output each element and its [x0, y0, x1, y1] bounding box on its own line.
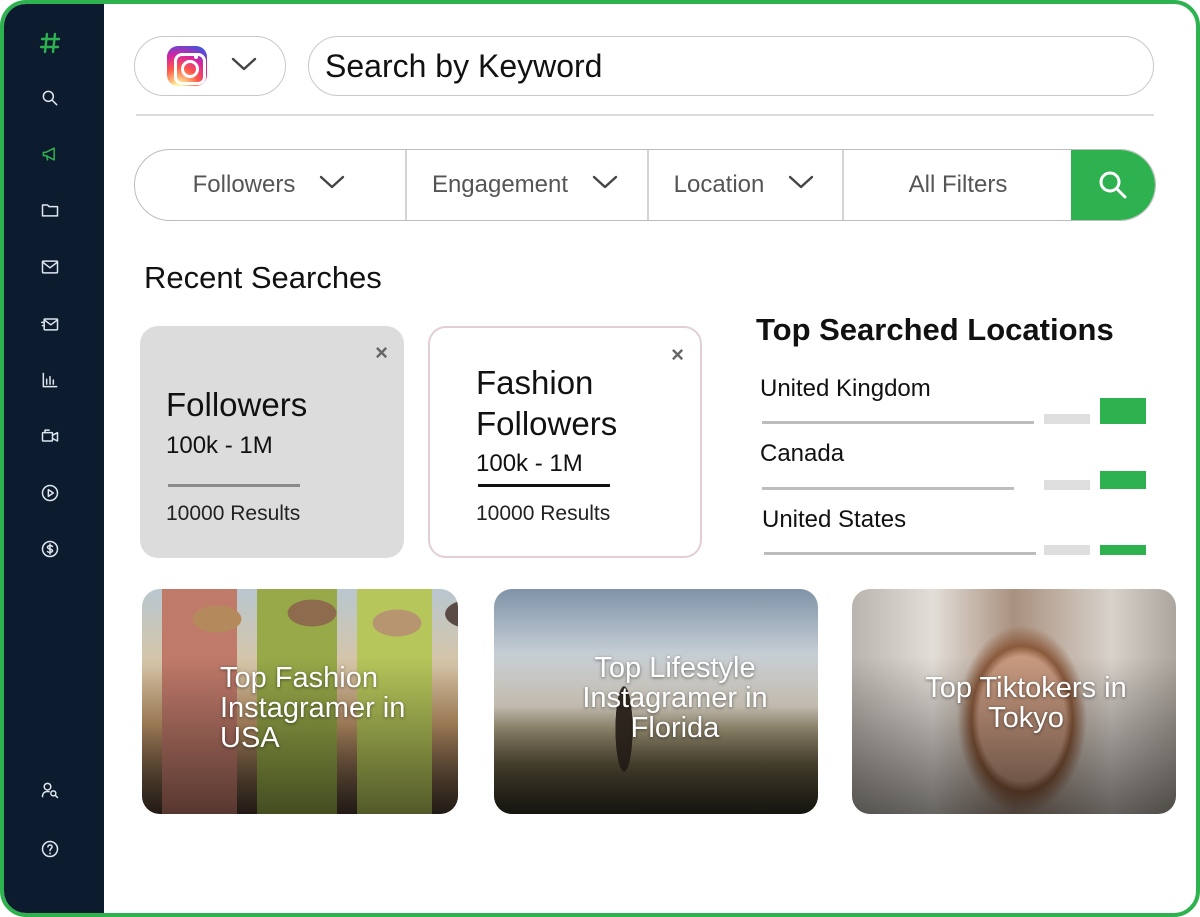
followers-filter[interactable]: Followers: [135, 150, 405, 220]
location-bar: [1100, 545, 1146, 555]
chevron-down-icon: [590, 171, 620, 199]
location-track: [762, 421, 1034, 424]
platform-selector[interactable]: [134, 36, 286, 96]
dollar-circle-icon[interactable]: [38, 537, 62, 561]
all-filters-button[interactable]: All Filters: [843, 150, 1073, 220]
search-icon[interactable]: [38, 86, 62, 110]
location-filter-label: Location: [673, 171, 765, 198]
featured-card[interactable]: Top Tiktokers in Tokyo: [852, 589, 1176, 814]
card-results: 10000 Results: [476, 502, 611, 525]
card-range: 100k - 1M: [166, 432, 273, 459]
instagram-icon: [167, 46, 207, 86]
sidebar: [4, 4, 104, 913]
play-circle-icon[interactable]: [38, 481, 62, 505]
location-filter[interactable]: Location: [648, 150, 842, 220]
search-icon: [1099, 171, 1127, 199]
location-track: [762, 487, 1014, 490]
location-pill: [1044, 414, 1090, 424]
card-title: Followers: [166, 386, 308, 423]
card-divider: [478, 484, 610, 487]
recent-searches-title: Recent Searches: [144, 260, 382, 295]
divider: [136, 114, 1154, 116]
location-pill: [1044, 480, 1090, 490]
recent-search-card[interactable]: × Fashion Followers 100k - 1M 10000 Resu…: [428, 326, 702, 558]
location-track: [764, 552, 1036, 555]
user-search-icon[interactable]: [38, 778, 62, 802]
chevron-down-icon: [317, 171, 347, 199]
folder-icon[interactable]: [38, 198, 62, 222]
location-name: United States: [762, 506, 907, 533]
top-locations-title: Top Searched Locations: [756, 312, 1114, 347]
engagement-filter-label: Engagement: [431, 171, 569, 198]
featured-caption: Top Tiktokers in Tokyo: [925, 672, 1127, 734]
featured-caption: Top Fashion Instagramer in USA: [220, 662, 406, 754]
followers-filter-label: Followers: [192, 171, 296, 198]
chevron-down-icon: [786, 171, 816, 199]
featured-caption: Top Lifestyle Instagramer in Florida: [582, 652, 768, 744]
mail-icon[interactable]: [38, 255, 62, 279]
filter-bar: Followers Engagement Location All Filter…: [134, 149, 1156, 221]
location-bar: [1100, 398, 1146, 424]
card-range: 100k - 1M: [476, 450, 583, 477]
send-mail-icon[interactable]: [38, 312, 62, 336]
keyword-search-input[interactable]: [325, 47, 1153, 85]
close-icon[interactable]: ×: [375, 342, 388, 364]
recent-search-card[interactable]: × Followers 100k - 1M 10000 Results: [140, 326, 404, 558]
card-title: Fashion Followers: [476, 364, 618, 442]
card-divider: [168, 484, 300, 487]
search-button[interactable]: [1071, 150, 1155, 220]
location-pill: [1044, 545, 1090, 555]
location-name: Canada: [760, 440, 845, 467]
hashtag-icon[interactable]: [38, 31, 62, 55]
keyword-search-box[interactable]: [308, 36, 1154, 96]
help-circle-icon[interactable]: [38, 837, 62, 861]
featured-card[interactable]: Top Fashion Instagramer in USA: [142, 589, 458, 814]
card-results: 10000 Results: [166, 502, 301, 525]
featured-card[interactable]: Top Lifestyle Instagramer in Florida: [494, 589, 818, 814]
app-window: Followers Engagement Location All Filter…: [0, 0, 1200, 917]
bar-chart-icon[interactable]: [38, 368, 62, 392]
location-bar: [1100, 471, 1146, 489]
all-filters-label: All Filters: [908, 171, 1008, 198]
location-name: United Kingdom: [760, 375, 931, 402]
chevron-down-icon: [229, 54, 259, 79]
video-camera-icon[interactable]: [38, 424, 62, 448]
engagement-filter[interactable]: Engagement: [406, 150, 646, 220]
megaphone-icon[interactable]: [38, 142, 62, 166]
